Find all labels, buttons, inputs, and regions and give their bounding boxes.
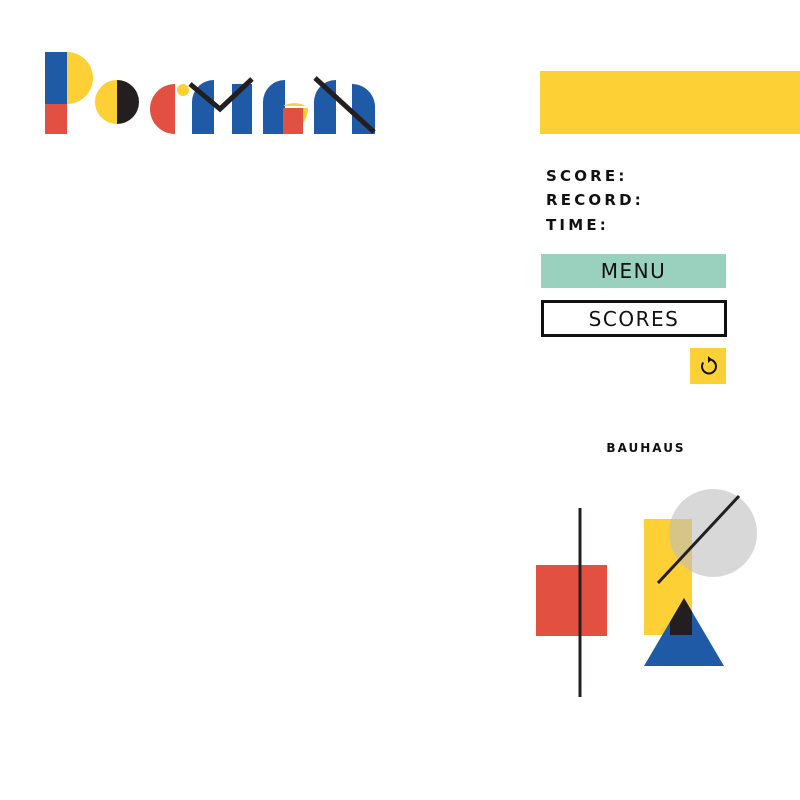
red-square xyxy=(536,565,607,636)
bauhaus-label: BAUHAUS xyxy=(606,441,686,455)
bauhaus-composition xyxy=(536,489,757,697)
scores-button[interactable]: SCORES xyxy=(541,300,727,337)
menu-button[interactable]: MENU xyxy=(541,254,726,288)
menu-button-label: MENU xyxy=(600,259,667,283)
grey-circle xyxy=(669,489,757,577)
record-label: RECORD: xyxy=(546,191,644,209)
restart-icon xyxy=(701,356,717,375)
logo-letter-a2 xyxy=(263,80,308,134)
scores-button-label: SCORES xyxy=(588,306,680,331)
logo-letter-p xyxy=(45,52,93,134)
score-label: SCORE: xyxy=(546,167,628,185)
logo-letter-a xyxy=(95,80,139,124)
logo-letter-m xyxy=(188,77,254,134)
restart-button[interactable] xyxy=(690,348,726,384)
logo-letter-n xyxy=(313,76,376,134)
header-bar xyxy=(540,71,800,134)
time-label: TIME: xyxy=(546,216,609,234)
pacman-logo xyxy=(45,52,376,134)
logo-letter-c xyxy=(150,84,189,134)
